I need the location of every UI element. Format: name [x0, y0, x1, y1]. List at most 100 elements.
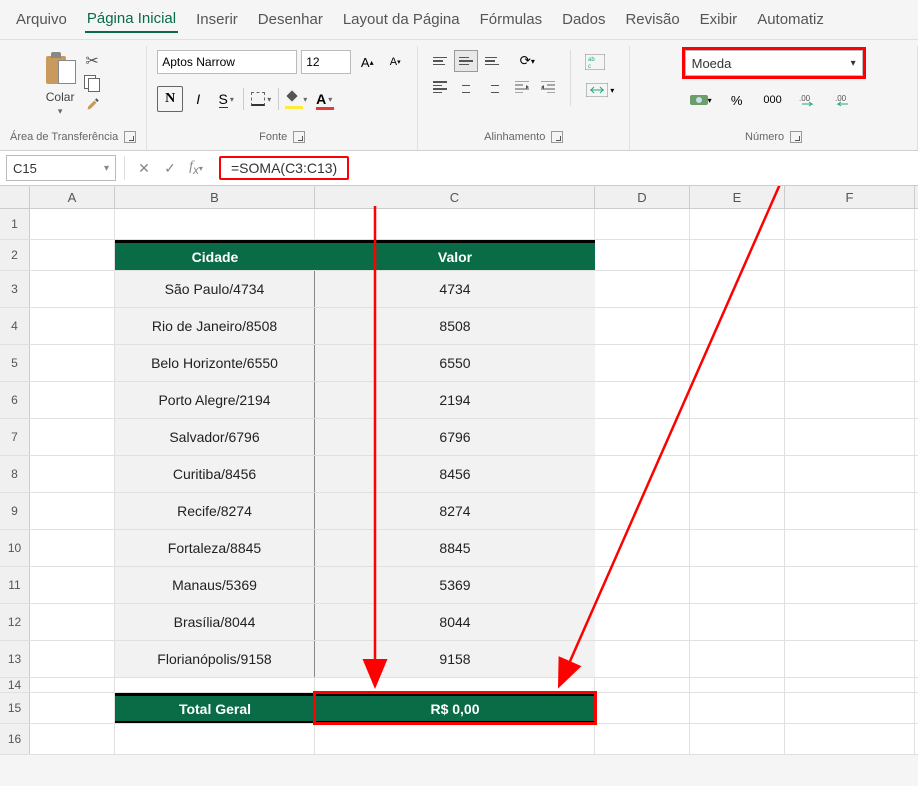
cell[interactable]	[30, 493, 115, 529]
cell-cidade[interactable]: Curitiba/8456	[115, 456, 315, 492]
menu-inserir[interactable]: Inserir	[194, 7, 240, 32]
cell[interactable]	[30, 567, 115, 603]
cell[interactable]	[595, 724, 690, 754]
cell[interactable]	[595, 271, 690, 307]
cell[interactable]	[30, 678, 115, 692]
cell-cidade[interactable]: Brasília/8044	[115, 604, 315, 640]
cut-button[interactable]: ✂	[82, 52, 102, 70]
cell-valor[interactable]: 8508	[315, 308, 595, 344]
cell-cidade[interactable]: Belo Horizonte/6550	[115, 345, 315, 381]
cell[interactable]	[595, 456, 690, 492]
cell[interactable]	[690, 345, 785, 381]
cell[interactable]	[785, 530, 915, 566]
col-header-b[interactable]: B	[115, 186, 315, 208]
underline-button[interactable]: S▾	[213, 86, 239, 112]
cell-cidade[interactable]: Recife/8274	[115, 493, 315, 529]
cell[interactable]	[30, 308, 115, 344]
alignment-dialog-launcher[interactable]	[551, 131, 563, 143]
cell[interactable]	[595, 693, 690, 723]
orientation-button[interactable]: ⟳▾	[510, 50, 544, 72]
cell-cidade[interactable]: Rio de Janeiro/8508	[115, 308, 315, 344]
cell-valor[interactable]: 4734	[315, 271, 595, 307]
cell[interactable]	[30, 693, 115, 723]
total-value-cell[interactable]: R$ 0,00	[315, 693, 595, 723]
cell-cidade[interactable]: Porto Alegre/2194	[115, 382, 315, 418]
fx-button[interactable]: fx▾	[185, 157, 207, 179]
row-header[interactable]: 16	[0, 724, 30, 754]
cell[interactable]	[595, 493, 690, 529]
percent-format-button[interactable]: %	[721, 88, 753, 112]
cell[interactable]	[30, 345, 115, 381]
accept-formula-button[interactable]: ✓	[159, 157, 181, 179]
number-format-select[interactable]: Moeda ▾	[685, 50, 863, 76]
cell[interactable]	[595, 308, 690, 344]
menu-pagina-inicial[interactable]: Página Inicial	[85, 6, 178, 33]
align-right-button[interactable]	[480, 76, 504, 98]
col-header-d[interactable]: D	[595, 186, 690, 208]
decrease-indent-button[interactable]	[510, 76, 534, 98]
row-header[interactable]: 4	[0, 308, 30, 344]
cell[interactable]	[690, 724, 785, 754]
total-label-cell[interactable]: Total Geral	[115, 693, 315, 723]
row-header[interactable]: 11	[0, 567, 30, 603]
cell[interactable]	[690, 567, 785, 603]
cell[interactable]	[595, 382, 690, 418]
chevron-down-icon[interactable]: ▾	[104, 163, 109, 174]
col-header-f[interactable]: F	[785, 186, 915, 208]
cell[interactable]	[690, 456, 785, 492]
font-color-button[interactable]: A▾	[311, 86, 337, 112]
cancel-formula-button[interactable]: ✕	[133, 157, 155, 179]
chevron-down-icon[interactable]: ▾	[58, 106, 63, 117]
cell[interactable]	[785, 724, 915, 754]
align-top-button[interactable]	[428, 50, 452, 72]
thousands-format-button[interactable]: 000	[757, 88, 789, 112]
cell[interactable]	[690, 493, 785, 529]
cell-valor[interactable]: 8044	[315, 604, 595, 640]
cell[interactable]	[785, 209, 915, 239]
row-header[interactable]: 5	[0, 345, 30, 381]
cell[interactable]	[785, 345, 915, 381]
menu-arquivo[interactable]: Arquivo	[14, 7, 69, 32]
cell-cidade[interactable]: Salvador/6796	[115, 419, 315, 455]
menu-formulas[interactable]: Fórmulas	[478, 7, 545, 32]
cell[interactable]	[30, 382, 115, 418]
row-header[interactable]: 3	[0, 271, 30, 307]
menu-layout[interactable]: Layout da Página	[341, 7, 462, 32]
cell[interactable]	[315, 678, 595, 692]
copy-button[interactable]	[82, 74, 102, 92]
cell[interactable]	[785, 456, 915, 492]
name-box[interactable]: C15 ▾	[6, 155, 116, 181]
cell[interactable]	[690, 271, 785, 307]
cell[interactable]	[690, 419, 785, 455]
cell-cidade[interactable]: Fortaleza/8845	[115, 530, 315, 566]
cell[interactable]	[30, 724, 115, 754]
cell[interactable]	[30, 604, 115, 640]
cell[interactable]	[595, 567, 690, 603]
number-dialog-launcher[interactable]	[790, 131, 802, 143]
cell[interactable]	[30, 641, 115, 677]
formula-input[interactable]: =SOMA(C3:C13)	[211, 155, 912, 181]
row-header[interactable]: 14	[0, 678, 30, 692]
cell[interactable]	[595, 209, 690, 239]
cell[interactable]	[690, 530, 785, 566]
cell-valor[interactable]: 2194	[315, 382, 595, 418]
row-header[interactable]: 8	[0, 456, 30, 492]
cell[interactable]	[595, 604, 690, 640]
cell[interactable]	[690, 693, 785, 723]
cell-valor[interactable]: 8845	[315, 530, 595, 566]
menu-revisao[interactable]: Revisão	[623, 7, 681, 32]
cell[interactable]	[595, 345, 690, 381]
align-middle-button[interactable]	[454, 50, 478, 72]
align-center-button[interactable]	[454, 76, 478, 98]
row-header[interactable]: 12	[0, 604, 30, 640]
row-header[interactable]: 9	[0, 493, 30, 529]
cell[interactable]	[785, 419, 915, 455]
menu-automatizar[interactable]: Automatiz	[755, 7, 826, 32]
cell[interactable]	[785, 382, 915, 418]
format-painter-button[interactable]	[82, 96, 102, 114]
font-size-select[interactable]	[301, 50, 351, 74]
cell-valor[interactable]: 8274	[315, 493, 595, 529]
increase-font-button[interactable]: A▴	[355, 50, 379, 74]
table-header-cidade[interactable]: Cidade	[115, 240, 315, 270]
cell[interactable]	[115, 209, 315, 239]
